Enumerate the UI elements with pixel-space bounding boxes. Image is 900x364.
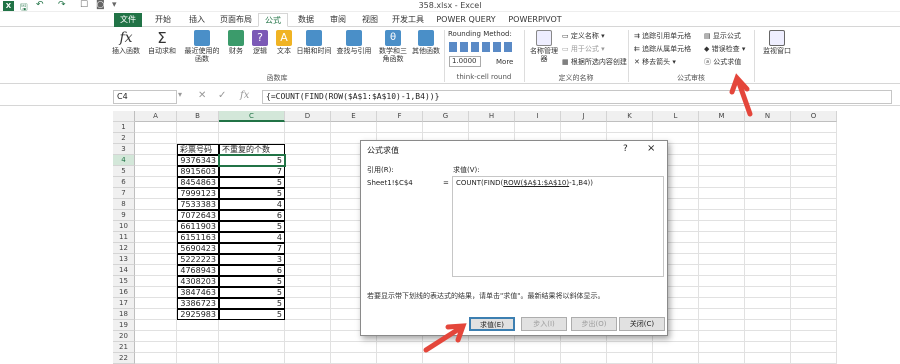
annotation-arrows	[423, 73, 753, 353]
